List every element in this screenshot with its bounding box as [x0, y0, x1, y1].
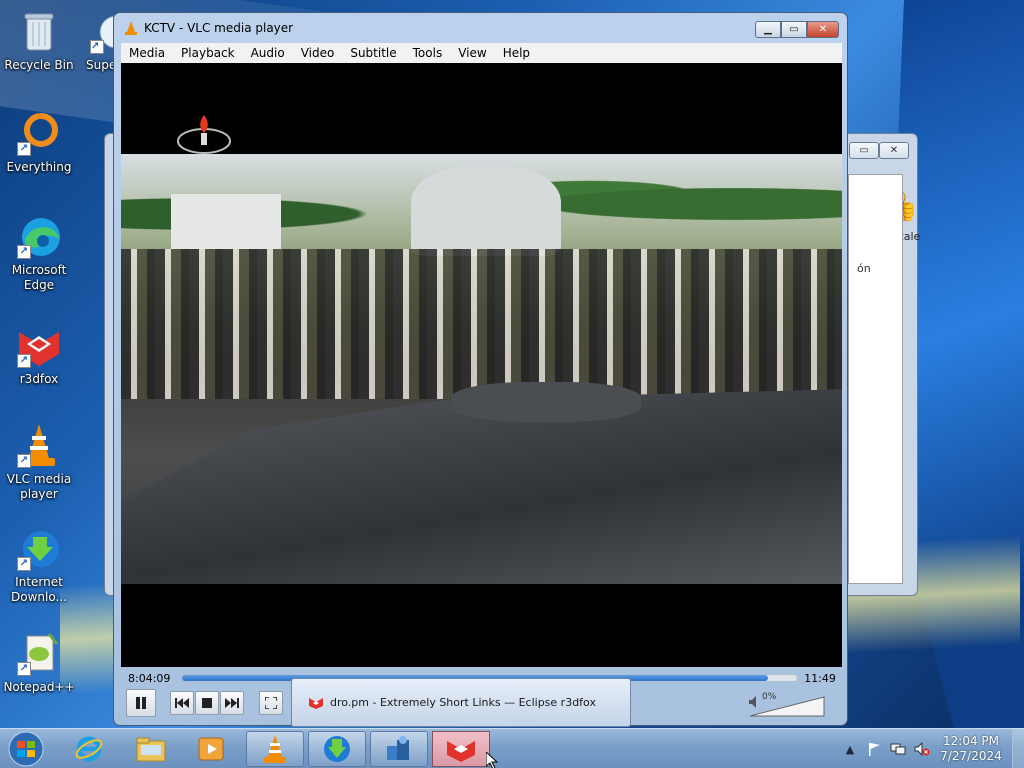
- video-crowd: [121, 249, 842, 399]
- desktop-icon-edge[interactable]: ↗ Microsoft Edge: [1, 213, 77, 293]
- everything-search-icon: ↗: [15, 110, 63, 158]
- shortcut-arrow-icon: ↗: [17, 142, 31, 156]
- shortcut-arrow-icon: ↗: [17, 354, 31, 368]
- close-button[interactable]: ✕: [807, 21, 839, 38]
- volume-muted-icon[interactable]: [913, 740, 931, 758]
- desktop-icon-label: VLC media player: [6, 472, 72, 501]
- pause-button[interactable]: [126, 689, 156, 717]
- desktop-icon-label: Microsoft Edge: [11, 263, 67, 292]
- next-icon: [225, 698, 239, 708]
- remaining-time: 11:49: [804, 671, 836, 685]
- taskbar: ▲ 12:04 PM 7/27/2024: [0, 728, 1024, 768]
- network-icon[interactable]: [889, 740, 907, 758]
- media-player-icon: [198, 737, 224, 761]
- desktop-icon-label: Internet Downlo...: [11, 575, 67, 604]
- elapsed-time: 8:04:09: [128, 671, 171, 685]
- vlc-window[interactable]: KCTV - VLC media player ▁ ▭ ✕ Media Play…: [113, 12, 848, 726]
- recycle-bin-icon: [15, 8, 63, 56]
- taskbar-idm[interactable]: [308, 731, 366, 767]
- taskbar-internet-explorer[interactable]: [60, 731, 118, 767]
- action-center-flag-icon[interactable]: [865, 740, 883, 758]
- menu-video[interactable]: Video: [293, 46, 343, 60]
- bg-maximize-button[interactable]: ▭: [849, 142, 879, 159]
- channel-logo-icon: [177, 115, 231, 154]
- taskbar-vlc[interactable]: [246, 731, 304, 767]
- bg-close-button[interactable]: ✕: [879, 142, 909, 159]
- vlc-cone-icon: [264, 735, 286, 763]
- menu-subtitle[interactable]: Subtitle: [342, 46, 404, 60]
- desktop-icon-idm[interactable]: ↗ Internet Downlo...: [1, 525, 77, 605]
- r3dfox-icon: [309, 697, 323, 709]
- start-button[interactable]: [4, 730, 48, 768]
- minimize-button[interactable]: ▁: [755, 21, 781, 38]
- vlc-cone-icon: ↗: [15, 422, 63, 470]
- tooltip-text: dro.pm - Extremely Short Links — Eclipse…: [330, 696, 596, 709]
- taskbar-r3dfox[interactable]: [432, 731, 490, 767]
- video-monument-wall: [171, 194, 281, 249]
- desktop-icon-label: r3dfox: [19, 372, 59, 386]
- menu-view[interactable]: View: [450, 46, 494, 60]
- desktop-icon-everything[interactable]: ↗ Everything: [1, 110, 77, 175]
- stop-button[interactable]: [195, 691, 219, 715]
- desktop-icon-label: Notepad++: [3, 680, 75, 694]
- menu-media[interactable]: Media: [121, 46, 173, 60]
- taskbar-connection-app[interactable]: [370, 731, 428, 767]
- r3dfox-icon: [447, 741, 475, 762]
- menu-bar: Media Playback Audio Video Subtitle Tool…: [121, 43, 842, 63]
- show-desktop-button[interactable]: [1012, 729, 1024, 768]
- desktop-icon-label: Recycle Bin: [4, 58, 74, 72]
- r3dfox-icon: ↗: [15, 322, 63, 370]
- fullscreen-icon: [265, 697, 277, 709]
- taskbar-file-explorer[interactable]: [122, 731, 180, 767]
- shortcut-arrow-icon: ↗: [17, 245, 31, 259]
- clock-date: 7/27/2024: [940, 749, 1002, 763]
- windows-logo-icon: [8, 731, 44, 767]
- desktop-icon-label: Everything: [6, 160, 72, 174]
- menu-playback[interactable]: Playback: [173, 46, 243, 60]
- menu-audio[interactable]: Audio: [243, 46, 293, 60]
- clock[interactable]: 12:04 PM 7/27/2024: [934, 734, 1008, 764]
- bg-window-panel: [848, 174, 903, 584]
- idm-icon: [324, 736, 350, 762]
- internet-explorer-icon: [75, 736, 103, 762]
- taskbar-thumbnail-tooltip[interactable]: dro.pm - Extremely Short Links — Eclipse…: [291, 678, 631, 727]
- video-area[interactable]: [121, 63, 842, 667]
- vlc-titlebar[interactable]: KCTV - VLC media player: [114, 13, 847, 43]
- desktop-icon-r3dfox[interactable]: ↗ r3dfox: [1, 322, 77, 387]
- notepadpp-icon: ↗: [15, 630, 63, 678]
- vlc-cone-icon: [125, 21, 137, 35]
- shortcut-arrow-icon: ↗: [90, 40, 104, 54]
- shortcut-arrow-icon: ↗: [17, 454, 31, 468]
- shortcut-arrow-icon: ↗: [17, 662, 31, 676]
- previous-icon: [175, 698, 189, 708]
- folder-icon: [136, 737, 166, 762]
- pause-icon: [136, 697, 146, 709]
- next-button[interactable]: [220, 691, 244, 715]
- stop-icon: [202, 698, 212, 708]
- menu-help[interactable]: Help: [495, 46, 538, 60]
- edge-icon: ↗: [15, 213, 63, 261]
- window-controls: ▁ ▭ ✕: [755, 21, 839, 38]
- video-frame: [121, 154, 842, 584]
- shortcut-arrow-icon: ↗: [17, 557, 31, 571]
- fullscreen-button[interactable]: [259, 691, 283, 715]
- show-hidden-icons-chevron-icon[interactable]: ▲: [841, 740, 859, 758]
- desktop-icon-recycle-bin[interactable]: Recycle Bin: [1, 8, 77, 73]
- window-title: KCTV - VLC media player: [144, 21, 294, 35]
- desktop-icon-notepadpp[interactable]: ↗ Notepad++: [1, 630, 77, 695]
- taskbar-media-player[interactable]: [182, 731, 240, 767]
- bg-column-header: ón: [857, 262, 871, 275]
- system-tray: ▲ 12:04 PM 7/27/2024: [838, 729, 1024, 768]
- desktop-icon-vlc[interactable]: ↗ VLC media player: [1, 422, 77, 502]
- volume-slider[interactable]: [749, 695, 825, 717]
- video-wreath: [451, 382, 641, 422]
- clock-time: 12:04 PM: [943, 734, 999, 748]
- menu-tools[interactable]: Tools: [405, 46, 451, 60]
- network-app-icon: [387, 736, 409, 760]
- idm-icon: ↗: [15, 525, 63, 573]
- previous-button[interactable]: [170, 691, 194, 715]
- maximize-button[interactable]: ▭: [781, 21, 807, 38]
- mouse-cursor-icon: [486, 752, 498, 768]
- video-statue: [411, 166, 561, 256]
